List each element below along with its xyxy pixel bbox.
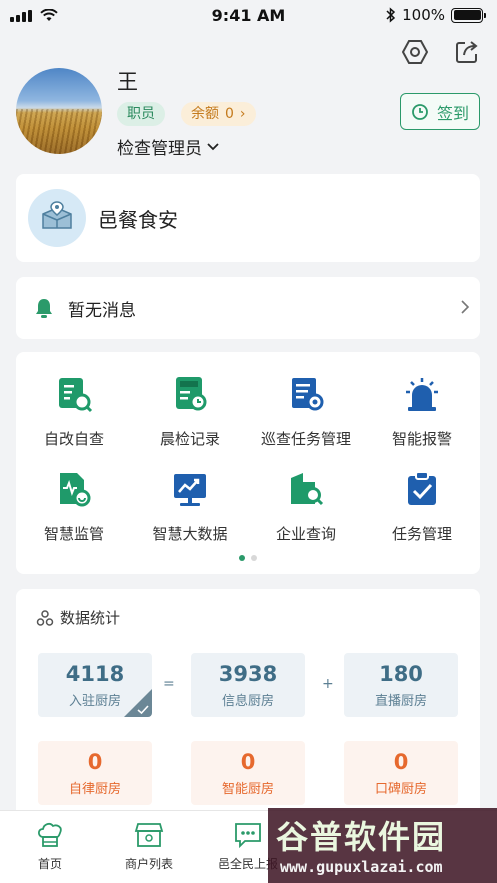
page-dot: [251, 555, 257, 561]
stat-label: 信息厨房: [221, 694, 274, 709]
self-check-icon: [54, 374, 94, 414]
user-name: 王: [117, 70, 138, 94]
stat-label: 智能厨房: [221, 782, 274, 797]
feature-morning-check[interactable]: 晨检记录: [132, 374, 248, 449]
checkin-button[interactable]: 签到: [400, 93, 480, 130]
stats-card: 数据统计 4118 入驻厨房 = 3938 信息厨房 + 180 直播厨房 0 …: [16, 589, 480, 819]
balance-value: 0: [225, 106, 234, 122]
watermark-url: www.gupuxlazai.com: [280, 858, 443, 876]
feature-label: 智慧大数据: [152, 525, 228, 543]
stats-icon: [36, 609, 54, 626]
feature-alarm[interactable]: 智能报警: [364, 374, 480, 449]
stat-live-kitchens[interactable]: 180 直播厨房: [344, 653, 458, 717]
feature-label: 企业查询: [275, 525, 336, 543]
stat-value: 180: [379, 662, 423, 686]
tab-home[interactable]: 首页: [0, 821, 100, 872]
user-title: 检查管理员: [117, 139, 202, 159]
watermark: 谷普软件园 www.gupuxlazai.com: [268, 808, 497, 883]
feature-label: 自改自查: [43, 430, 104, 448]
stat-label: 自律厨房: [68, 782, 121, 797]
stat-self-discipline-kitchens[interactable]: 0 自律厨房: [38, 741, 152, 805]
balance-label: 余额: [191, 106, 219, 122]
plus-operator: +: [322, 676, 334, 692]
tab-label: 商户列表: [124, 857, 173, 871]
stat-reputation-kitchens[interactable]: 0 口碑厨房: [344, 741, 458, 805]
balance-badge[interactable]: 余额 0 ›: [181, 102, 256, 126]
tab-label: 首页: [37, 857, 62, 871]
battery-icon: [451, 7, 486, 23]
watermark-main: 谷普软件园: [276, 818, 447, 856]
chevron-down-icon: [207, 142, 219, 150]
feature-enterprise-search[interactable]: 企业查询: [248, 469, 364, 544]
task-icon: [402, 469, 442, 509]
checkin-label: 签到: [436, 103, 469, 123]
enterprise-search-icon: [286, 469, 326, 509]
share-icon[interactable]: [453, 38, 481, 66]
feature-grid-card: 自改自查 晨检记录 巡查任务管理 智能报警 智慧监管 智慧大数据 企业查询 任务…: [16, 352, 480, 574]
clock-icon: [412, 103, 428, 120]
patrol-task-icon: [286, 374, 326, 414]
chevron-right-icon: [460, 299, 470, 319]
stat-value: 0: [393, 750, 409, 774]
stat-info-kitchens[interactable]: 3938 信息厨房: [191, 653, 305, 717]
role-selector[interactable]: 检查管理员: [117, 134, 220, 159]
equals-operator: =: [163, 676, 175, 692]
page-indicator: [16, 555, 480, 561]
supervision-icon: [54, 469, 94, 509]
stat-smart-kitchens[interactable]: 0 智能厨房: [191, 741, 305, 805]
feature-label: 晨检记录: [159, 430, 220, 448]
morning-check-icon: [170, 374, 210, 414]
stat-value: 3938: [218, 662, 278, 686]
stat-settled-kitchens[interactable]: 4118 入驻厨房: [38, 653, 152, 717]
chef-hat-icon: [37, 822, 62, 847]
chat-icon: [235, 823, 261, 849]
tab-merchant-list[interactable]: 商户列表: [99, 821, 199, 872]
feature-self-check[interactable]: 自改自查: [16, 374, 132, 449]
feature-task[interactable]: 任务管理: [364, 469, 480, 544]
stats-title: 数据统计: [60, 609, 121, 627]
feature-label: 智慧监管: [43, 525, 104, 543]
chevron-right-icon: ›: [239, 106, 246, 122]
stat-value: 4118: [65, 662, 125, 686]
battery-percent: 100%: [402, 6, 445, 24]
feature-label: 任务管理: [391, 525, 452, 543]
stats-header: 数据统计: [36, 607, 120, 628]
shop-icon: [134, 823, 164, 847]
big-data-icon: [170, 469, 210, 509]
avatar[interactable]: [16, 68, 102, 154]
settings-icon[interactable]: [401, 38, 429, 66]
brand-card[interactable]: 邑餐食安: [16, 174, 480, 262]
feature-label: 智能报警: [391, 430, 452, 448]
stat-value: 0: [87, 750, 103, 774]
message-bar[interactable]: 暂无消息: [16, 277, 480, 339]
feature-patrol-task[interactable]: 巡查任务管理: [248, 374, 364, 449]
role-badge: 职员: [117, 102, 165, 126]
feature-supervision[interactable]: 智慧监管: [16, 469, 132, 544]
bell-icon: [34, 297, 54, 323]
brand-logo-icon: [28, 189, 86, 247]
stat-label: 口碑厨房: [374, 782, 427, 797]
brand-name: 邑餐食安: [98, 208, 178, 232]
status-bar: 9:41 AM 100%: [0, 0, 497, 32]
bluetooth-icon: [386, 7, 396, 23]
page-dot-active: [239, 555, 245, 561]
feature-label: 巡查任务管理: [260, 430, 351, 448]
message-text: 暂无消息: [68, 301, 136, 321]
check-icon: [137, 705, 149, 715]
stat-label: 直播厨房: [374, 694, 427, 709]
alarm-icon: [402, 374, 442, 414]
stat-value: 0: [240, 750, 256, 774]
feature-big-data[interactable]: 智慧大数据: [132, 469, 248, 544]
